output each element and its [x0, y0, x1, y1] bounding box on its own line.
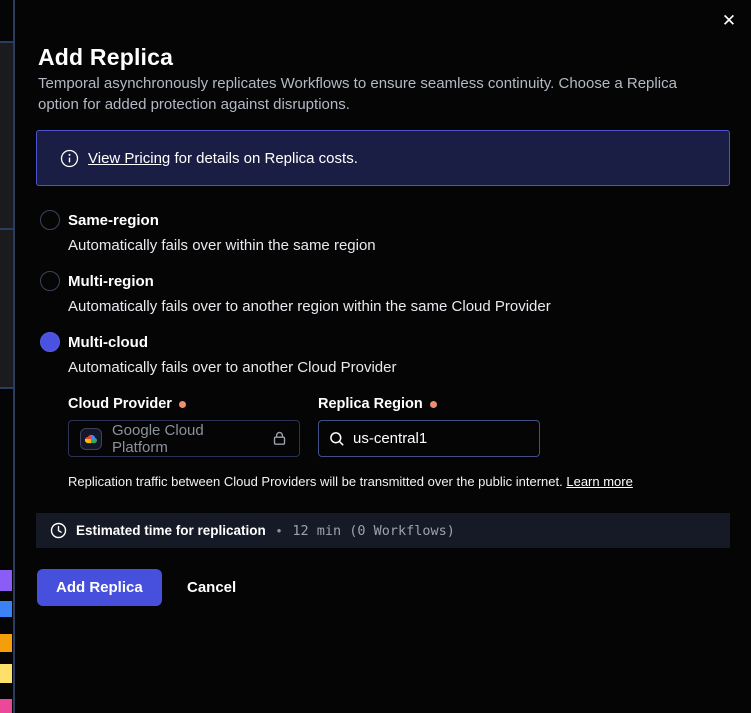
- page-title: Add Replica: [38, 44, 173, 71]
- required-dot: [430, 401, 437, 408]
- radio-option-multi-cloud: Multi-cloud Automatically fails over to …: [40, 332, 397, 376]
- public-internet-note: Replication traffic between Cloud Provid…: [68, 474, 633, 489]
- modal-description: Temporal asynchronously replicates Workf…: [38, 73, 720, 115]
- background-page-divider: [0, 387, 14, 389]
- replica-region-input[interactable]: [353, 430, 529, 447]
- radio-multi-region[interactable]: [40, 271, 60, 291]
- radio-multi-cloud[interactable]: [40, 332, 60, 352]
- background-page-divider: [0, 41, 14, 43]
- pricing-banner-text: View Pricing for details on Replica cost…: [88, 150, 358, 167]
- background-page-divider: [0, 228, 14, 230]
- background-page-panel: [0, 230, 13, 387]
- background-color-chip-blue: [0, 601, 12, 617]
- cloud-provider-label: Cloud Provider: [68, 396, 186, 412]
- add-replica-button[interactable]: Add Replica: [37, 569, 162, 606]
- radio-description-multi-cloud: Automatically fails over to another Clou…: [68, 359, 397, 376]
- background-color-chip-yellow: [0, 664, 12, 683]
- google-cloud-icon: [80, 428, 102, 450]
- learn-more-link[interactable]: Learn more: [566, 474, 632, 489]
- background-page-panel: [0, 42, 13, 228]
- radio-option-multi-region: Multi-region Automatically fails over to…: [40, 271, 551, 315]
- clock-icon: [50, 522, 67, 539]
- background-color-chip-pink: [0, 699, 12, 713]
- radio-description-multi-region: Automatically fails over to another regi…: [68, 298, 551, 315]
- add-replica-modal: ✕ Add Replica Temporal asynchronously re…: [0, 0, 751, 713]
- estimate-separator: •: [277, 523, 282, 538]
- cloud-provider-field[interactable]: Google Cloud Platform: [68, 420, 300, 457]
- radio-label-multi-cloud[interactable]: Multi-cloud: [68, 334, 148, 351]
- radio-label-same-region[interactable]: Same-region: [68, 212, 159, 229]
- pricing-banner-rest: for details on Replica costs.: [174, 150, 357, 167]
- cloud-provider-value: Google Cloud Platform: [112, 422, 261, 456]
- replica-region-field: [318, 420, 540, 457]
- info-icon: [60, 149, 79, 168]
- estimate-banner: Estimated time for replication • 12 min …: [36, 513, 730, 548]
- search-icon: [329, 431, 345, 447]
- pricing-banner: View Pricing for details on Replica cost…: [36, 130, 730, 186]
- radio-description-same-region: Automatically fails over within the same…: [68, 237, 376, 254]
- replica-region-label: Replica Region: [318, 396, 437, 412]
- estimate-value: 12 min (0 Workflows): [292, 523, 455, 539]
- background-page-divider: [13, 0, 15, 713]
- radio-label-multi-region[interactable]: Multi-region: [68, 273, 154, 290]
- estimate-label: Estimated time for replication: [76, 523, 266, 538]
- background-color-chip-orange: [0, 634, 12, 652]
- required-dot: [179, 401, 186, 408]
- background-color-chip-purple: [0, 570, 12, 591]
- close-button[interactable]: ✕: [714, 6, 744, 36]
- cancel-button[interactable]: Cancel: [181, 569, 242, 606]
- lock-icon: [271, 430, 288, 447]
- radio-option-same-region: Same-region Automatically fails over wit…: [40, 210, 376, 254]
- view-pricing-link[interactable]: View Pricing: [88, 150, 170, 167]
- close-icon: ✕: [722, 11, 736, 31]
- radio-same-region[interactable]: [40, 210, 60, 230]
